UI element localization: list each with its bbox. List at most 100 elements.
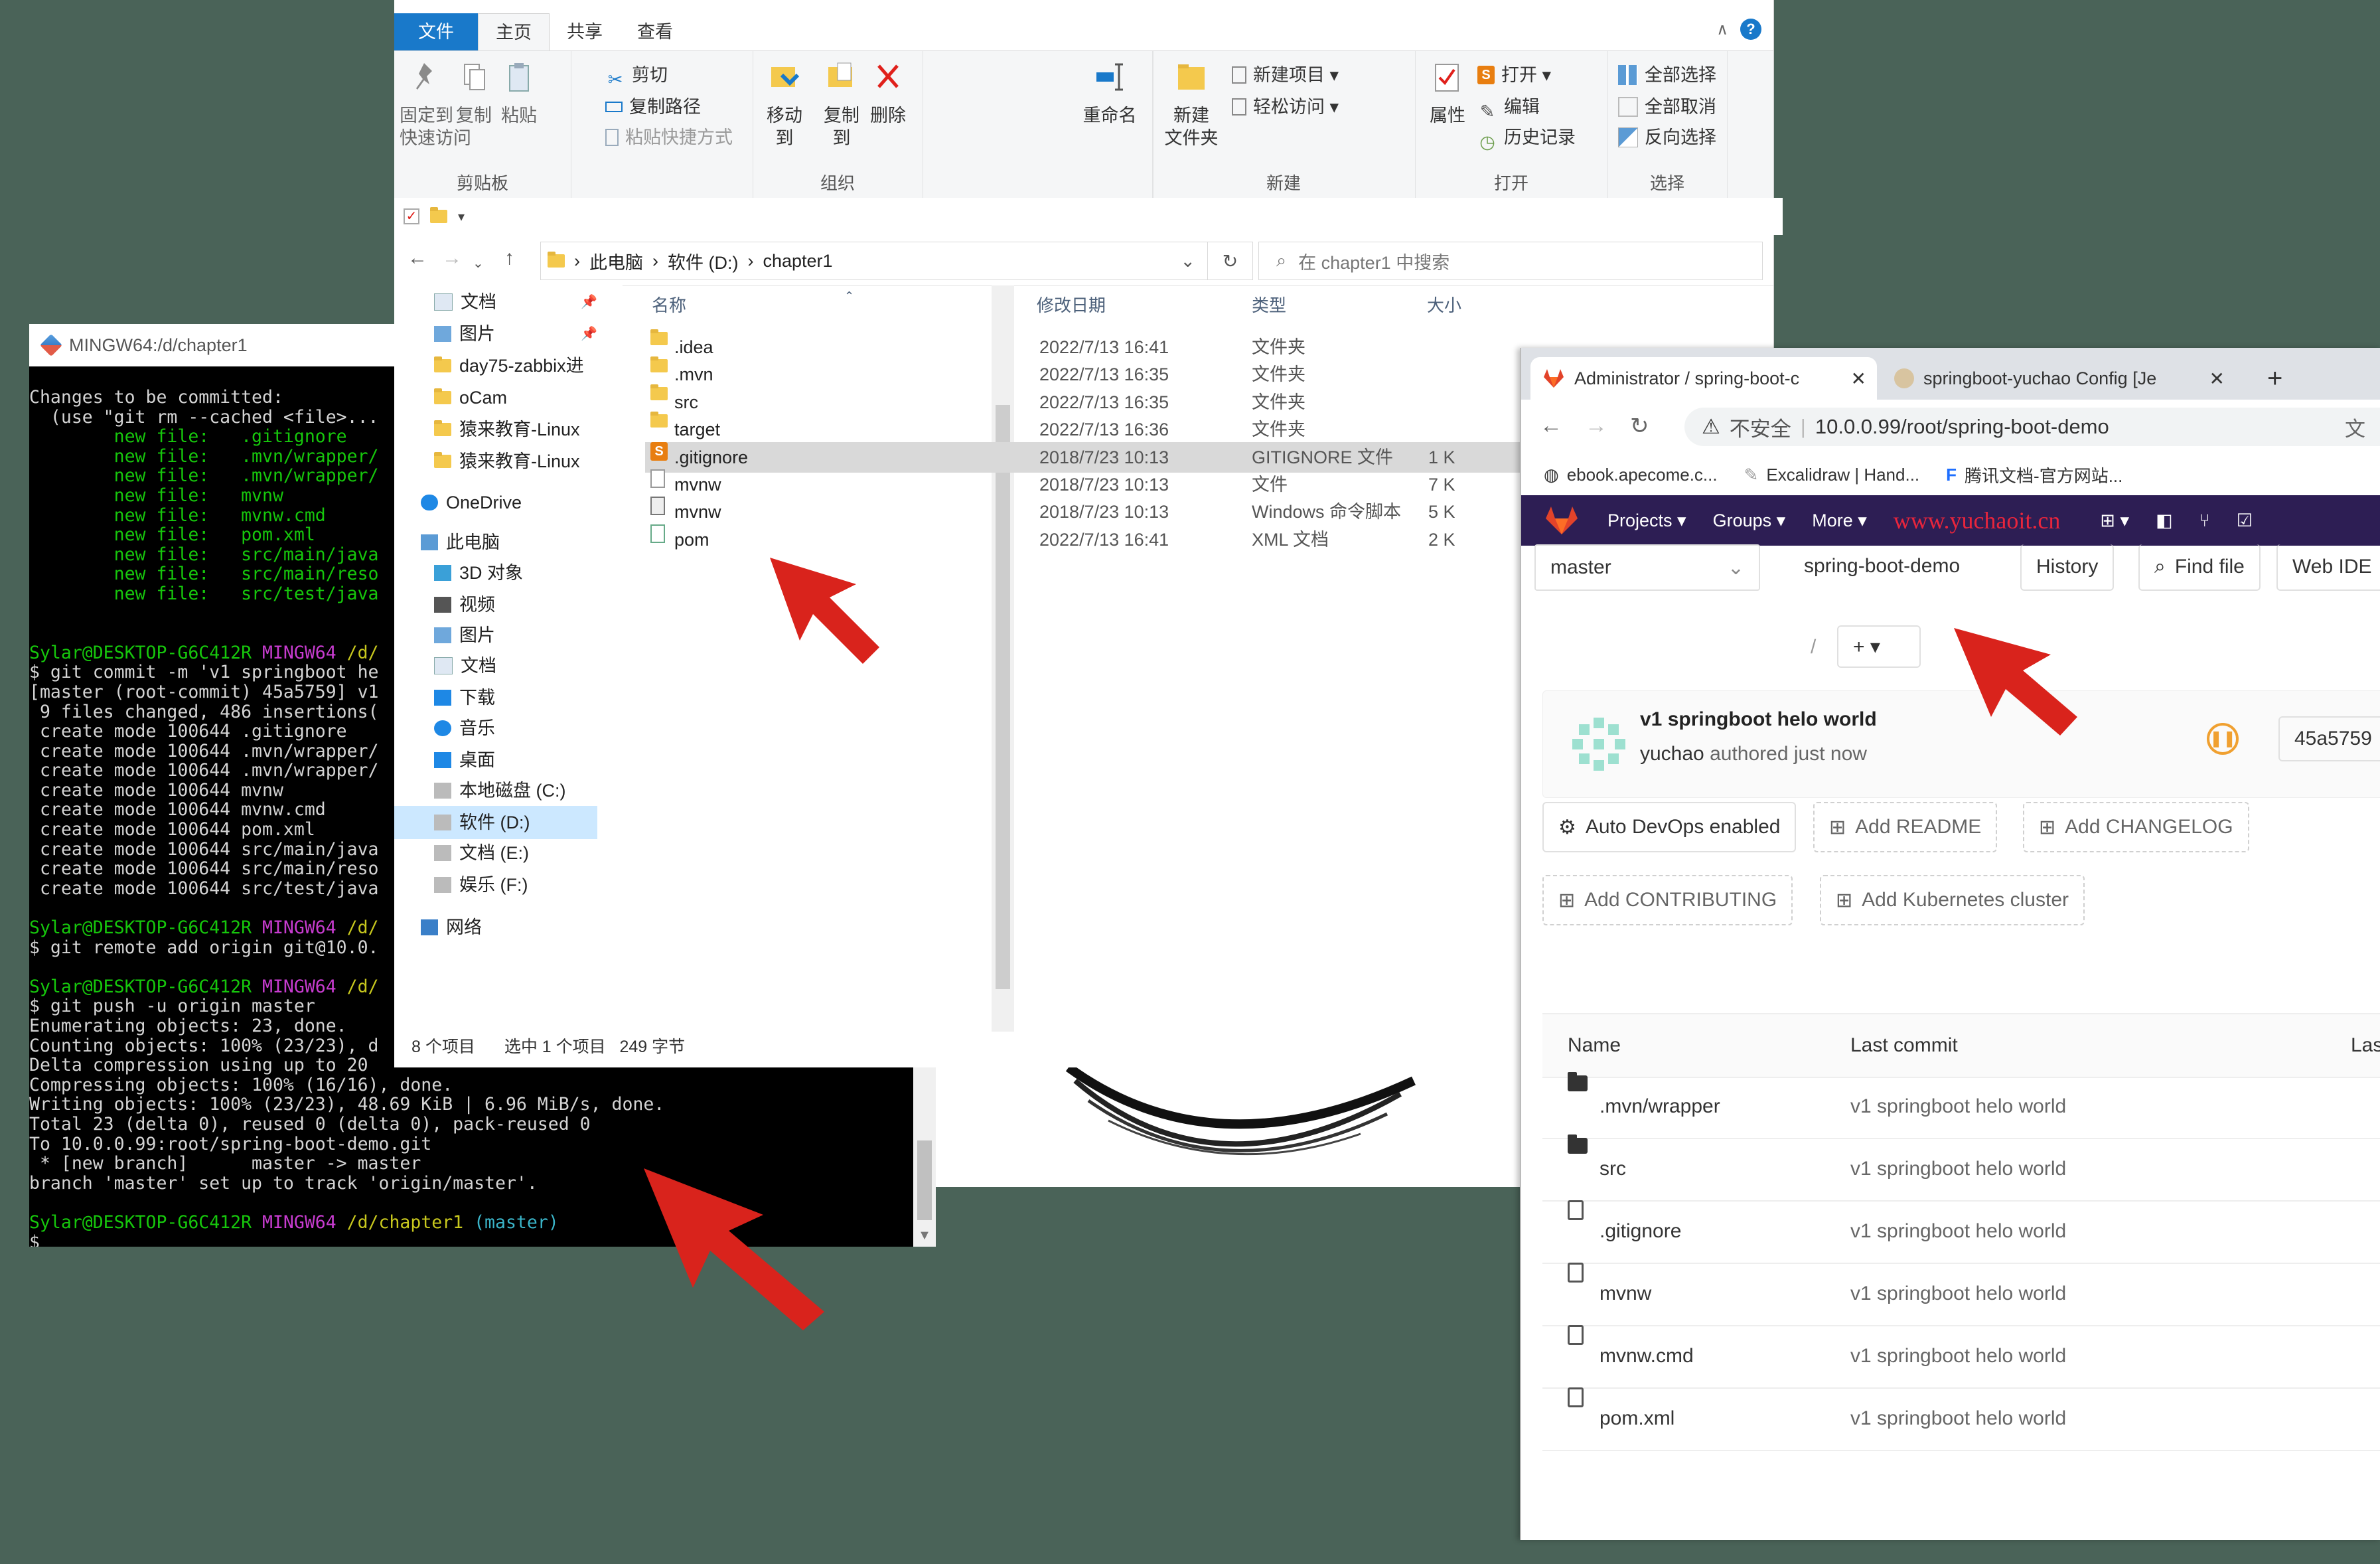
tree-item-name[interactable]: .gitignore [1599,1200,1681,1263]
column-name[interactable]: 名称 [652,285,686,325]
tree-item-commit[interactable]: v1 springboot helo world [1850,1325,2066,1387]
new-item-button[interactable]: 新建项目 ▾ [1232,60,1339,90]
tree-item-name[interactable]: mvnw [1599,1263,1651,1325]
nav-item[interactable]: 下载 [434,681,597,714]
nav-item[interactable]: 软件 (D:) [394,806,597,839]
add-kubernetes-button[interactable]: ⊞ Add Kubernetes cluster [1820,875,2085,925]
help-icon[interactable]: ? [1740,19,1761,40]
scroll-thumb[interactable] [917,1140,932,1220]
browser-tab-jenkins[interactable]: springboot-yuchao Config [Je ✕ [1884,357,2235,400]
column-type[interactable]: 类型 [1252,285,1286,325]
ribbon-collapse-icon[interactable]: ∧ [1716,20,1728,39]
gitlab-logo-icon[interactable] [1544,504,1580,537]
nav-item[interactable]: 猿来教育-Linux [434,413,597,446]
nav-item[interactable]: 猿来教育-Linux [434,445,597,478]
nav-groups[interactable]: Groups ▾ [1713,510,1786,531]
todo-icon[interactable]: ☑ [2237,510,2253,531]
properties-button[interactable]: 属性 [1424,51,1471,127]
address-bar[interactable]: › 此电脑 › 软件 (D:) › chapter1 ⌄ [540,242,1208,280]
move-to-button[interactable]: 移动到 [758,51,811,149]
up-icon[interactable]: ↑ [504,247,514,270]
auto-devops-button[interactable]: ⚙ Auto DevOps enabled [1542,802,1797,852]
column-size[interactable]: 大小 [1427,285,1461,325]
history-button[interactable]: History [2020,544,2115,591]
commit-title[interactable]: v1 springboot helo world [1640,708,1877,731]
tree-item-name[interactable]: pom.xml [1599,1387,1674,1450]
breadcrumb-this-pc[interactable]: 此电脑 [589,248,643,274]
tree-item-name[interactable]: .mvn/wrapper [1599,1075,1720,1138]
tree-row[interactable]: src v1 springboot helo world [1542,1134,2380,1202]
chevron-right-icon[interactable]: › [574,251,580,272]
rename-button[interactable]: 重命名 [1078,51,1142,127]
edit-button[interactable]: ✎ 编辑 [1477,92,1540,121]
chevron-right-icon[interactable]: › [747,251,753,272]
nav-item[interactable]: 网络 [421,911,584,944]
tree-row[interactable]: .mvn/wrapper v1 springboot helo world [1542,1072,2380,1139]
recent-dropdown-icon[interactable]: ⌄ [473,255,484,272]
select-all-button[interactable]: 全部选择 [1618,60,1716,90]
translate-icon[interactable]: ⽂ [2345,412,2365,442]
nav-item[interactable]: 图片 📌 [434,317,597,351]
nav-item[interactable]: OneDrive [421,486,584,519]
nav-projects[interactable]: Projects ▾ [1607,510,1686,531]
nav-item[interactable]: 图片 [434,619,597,652]
search-input[interactable]: ⌕ 在 chapter1 中搜索 [1258,242,1763,280]
nav-item[interactable]: 文档 (E:) [434,836,597,870]
tree-item-commit[interactable]: v1 springboot helo world [1850,1200,2066,1263]
add-changelog-button[interactable]: ⊞ Add CHANGELOG [2023,802,2249,852]
history-button[interactable]: ◷ 历史记录 [1477,123,1576,152]
nav-item[interactable]: 本地磁盘 (C:) [434,774,597,807]
column-date[interactable]: 修改日期 [1037,285,1106,325]
tree-item-commit[interactable]: v1 springboot helo world [1850,1138,2066,1200]
nav-item[interactable]: 桌面 [434,743,597,777]
breadcrumb-chapter1[interactable]: chapter1 [763,251,832,272]
forward-icon[interactable]: → [442,247,462,270]
tab-share[interactable]: 共享 [550,13,620,50]
nav-item[interactable]: 文档 [434,649,597,682]
close-tab-icon[interactable]: ✕ [2209,368,2225,390]
chevron-right-icon[interactable]: › [652,251,658,272]
reload-icon[interactable]: ↻ [1630,413,1649,439]
tree-item-name[interactable]: src [1599,1138,1626,1200]
select-none-button[interactable]: 全部取消 [1618,92,1716,121]
navigation-pane[interactable]: 文档 📌 图片 📌 day75-zabbix进 oCam 猿来教育-Linux 猿来教育-Li… [394,285,623,1032]
breadcrumb-drive-d[interactable]: 软件 (D:) [668,248,738,274]
invert-selection-button[interactable]: 反向选择 [1618,123,1716,152]
nav-more[interactable]: More ▾ [1812,510,1867,531]
easy-access-button[interactable]: 轻松访问 ▾ [1232,92,1339,121]
open-button[interactable]: S 打开 ▾ [1477,60,1551,90]
nav-item[interactable]: 文档 📌 [434,285,597,319]
bookmark-ebook[interactable]: ◍ ebook.apecome.c... [1544,465,1718,485]
nav-item[interactable]: 视频 [434,588,597,621]
folder-qat-icon[interactable] [430,207,447,223]
merge-requests-icon[interactable]: ⑂ [2199,510,2210,531]
tree-item-name[interactable]: mvnw.cmd [1599,1325,1694,1387]
new-tab-button[interactable]: + [2255,357,2308,400]
refresh-icon[interactable]: ↻ [1208,242,1253,280]
nav-item[interactable]: oCam [434,381,597,414]
back-icon[interactable]: ← [408,247,427,270]
tree-row[interactable]: mvnw.cmd v1 springboot helo world [1542,1325,2380,1389]
web-ide-button[interactable]: Web IDE [2276,544,2380,591]
tab-file[interactable]: 文件 [394,13,478,50]
new-dropdown-icon[interactable]: ⊞ ▾ [2100,510,2129,531]
tree-item-commit[interactable]: v1 springboot helo world [1850,1263,2066,1325]
nav-item[interactable]: 娱乐 (F:) [434,868,597,901]
find-file-button[interactable]: ⌕ Find file [2138,544,2261,591]
new-folder-button[interactable]: 新建 文件夹 [1161,51,1221,149]
tree-row[interactable]: mvnw v1 springboot helo world [1542,1263,2380,1326]
delete-button[interactable]: 删除 [869,51,907,127]
qat-dropdown-icon[interactable]: ▾ [458,208,465,225]
add-to-tree-dropdown[interactable]: + ▾ [1837,625,1921,668]
forward-icon[interactable]: → [1585,413,1607,439]
properties-qat-icon[interactable]: ✓ [404,208,419,224]
nav-item[interactable]: 音乐 [434,712,597,745]
add-contributing-button[interactable]: ⊞ Add CONTRIBUTING [1542,875,1793,925]
tree-item-commit[interactable]: v1 springboot helo world [1850,1387,2066,1450]
tree-row[interactable]: .gitignore v1 springboot helo world [1542,1200,2380,1264]
nav-item[interactable]: 3D 对象 [434,556,597,589]
add-readme-button[interactable]: ⊞ Add README [1813,802,1998,852]
close-tab-icon[interactable]: ✕ [1851,368,1866,390]
browser-tab-gitlab[interactable]: Administrator / spring-boot-c ✕ [1530,357,1877,400]
nav-item[interactable]: day75-zabbix进 [434,349,597,382]
